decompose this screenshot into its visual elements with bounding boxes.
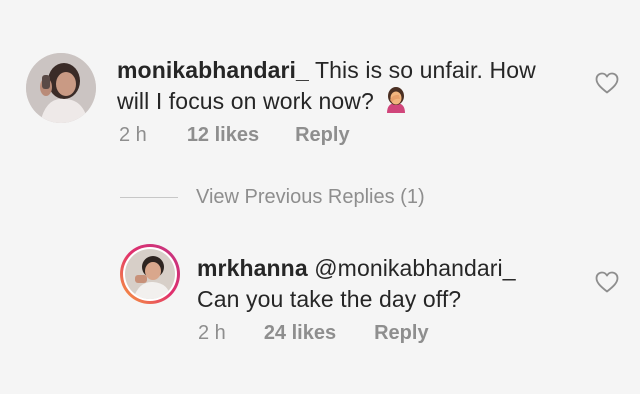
heart-outline-icon[interactable]: [595, 72, 619, 94]
view-previous-replies-label[interactable]: View Previous Replies (1): [196, 186, 425, 209]
comment-likes[interactable]: 12 likes: [187, 124, 259, 147]
reply-text: Can you take the day off?: [197, 286, 462, 312]
avatar-monikabhandari[interactable]: [26, 53, 96, 123]
reply-mention[interactable]: @monikabhandari_: [314, 255, 515, 281]
heart-outline-icon[interactable]: [595, 271, 619, 293]
comments-panel: monikabhandari_ This is so unfair. How w…: [0, 0, 640, 394]
facepalm-emoji-icon: [384, 87, 408, 113]
comment-username[interactable]: monikabhandari_: [117, 57, 309, 83]
comment-body: monikabhandari_ This is so unfair. How w…: [117, 55, 587, 117]
view-previous-replies[interactable]: View Previous Replies (1): [120, 186, 425, 209]
reply-username[interactable]: mrkhanna: [197, 255, 308, 281]
comment-reply-button[interactable]: Reply: [295, 124, 349, 147]
comment-text-line2: will I focus on work now?: [117, 88, 374, 114]
avatar-mrkhanna[interactable]: [120, 244, 180, 304]
comment-time: 2 h: [119, 124, 147, 146]
reply-likes[interactable]: 24 likes: [264, 322, 336, 345]
comment-text-line1: This is so unfair. How: [315, 57, 536, 83]
reply-time: 2 h: [198, 322, 226, 344]
reply-body: mrkhanna @monikabhandari_ Can you take t…: [197, 253, 597, 315]
reply-reply-button[interactable]: Reply: [374, 322, 428, 345]
reply-meta: 2 h 24 likes Reply: [198, 322, 429, 345]
comment-meta: 2 h 12 likes Reply: [119, 124, 350, 147]
replies-divider-line: [120, 197, 178, 198]
